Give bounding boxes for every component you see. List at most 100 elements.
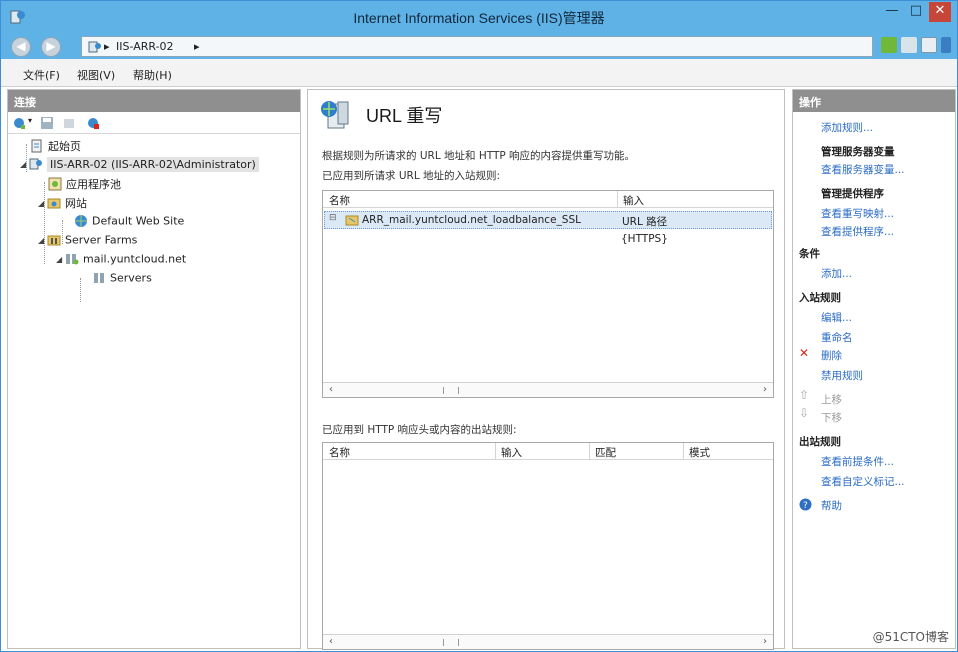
edit-link[interactable]: 编辑... — [821, 310, 852, 325]
collapse-icon[interactable]: ◢ — [20, 160, 29, 169]
view-preconditions-link[interactable]: 查看前提条件... — [821, 454, 894, 469]
outbound-rules-heading: 出站规则 — [799, 436, 841, 448]
column-pattern[interactable]: 模式 — [689, 445, 710, 460]
tree-item-servers[interactable]: Servers — [92, 271, 152, 289]
inbound-hscrollbar[interactable]: ‹ › — [323, 382, 773, 397]
help-icon[interactable] — [941, 37, 951, 53]
table-row[interactable]: ⊟ ARR_mail.yuntcloud.net_loadbalance_SSL… — [324, 211, 772, 229]
globe-icon — [75, 215, 87, 227]
expand-row-icon[interactable]: ⊟ — [329, 213, 337, 223]
conditions-heading: 条件 — [799, 248, 820, 260]
app-pool-icon — [48, 177, 62, 191]
tree-item-start-page[interactable]: 起始页 — [30, 138, 81, 156]
inbound-rules-heading: 入站规则 — [799, 292, 841, 304]
forward-button[interactable]: ▶ — [41, 37, 61, 57]
actions-panel: 操作 添加规则... 管理服务器变量 查看服务器变量... 管理提供程序 查看重… — [792, 89, 956, 649]
collapse-icon[interactable]: ◢ — [38, 236, 47, 245]
disable-rule-link[interactable]: 禁用规则 — [821, 368, 863, 383]
address-row: ◀ ▶ ▸ IIS-ARR-02 ▸ — [1, 33, 957, 59]
tree-item-farm[interactable]: ◢ mail.yuntcloud.net — [56, 252, 186, 270]
add-condition-link[interactable]: 添加... — [821, 266, 852, 281]
view-custom-tags-link[interactable]: 查看自定义标记... — [821, 474, 905, 489]
feature-panel: URL 重写 根据规则为所请求的 URL 地址和 HTTP 响应的内容提供重写功… — [307, 89, 785, 650]
sites-folder-icon — [47, 198, 61, 209]
disconnect-icon[interactable] — [86, 116, 100, 130]
collapse-icon[interactable]: ◢ — [38, 199, 47, 208]
feature-title: URL 重写 — [366, 106, 443, 126]
up-level-icon[interactable] — [62, 116, 76, 130]
tree-item-server-farms[interactable]: ◢ Server Farms — [38, 233, 137, 251]
connect-dropdown-icon[interactable]: ▾ — [28, 116, 32, 125]
scroll-right-icon[interactable]: › — [758, 384, 772, 395]
column-name[interactable]: 名称 — [329, 193, 350, 208]
connect-icon[interactable] — [12, 116, 26, 130]
move-up-link[interactable]: 上移 — [821, 392, 842, 407]
server-farms-icon — [47, 235, 61, 246]
scroll-left-icon[interactable]: ‹ — [324, 384, 338, 395]
outbound-hscrollbar[interactable]: ‹ › — [323, 634, 773, 649]
stop-icon[interactable] — [901, 37, 917, 53]
tree-item-app-pools[interactable]: 应用程序池 — [48, 176, 121, 194]
breadcrumb-server[interactable]: IIS-ARR-02 — [116, 40, 174, 53]
maximize-button[interactable]: □ — [905, 2, 927, 22]
view-providers-link[interactable]: 查看提供程序... — [821, 224, 894, 239]
connections-panel: 连接 ▾ 起始页 ◢ IIS-ARR-02 (IIS-ARR-02\Adminis… — [7, 89, 301, 649]
delete-link[interactable]: 删除 — [821, 348, 842, 363]
url-rewrite-icon — [321, 101, 349, 129]
start-page-icon — [31, 139, 42, 153]
watermark: @51CTO博客 — [872, 630, 949, 644]
breadcrumb-chevron[interactable]: ▸ — [194, 40, 200, 53]
close-button[interactable]: ✕ — [929, 2, 951, 22]
column-name[interactable]: 名称 — [329, 445, 350, 460]
column-match[interactable]: 匹配 — [595, 445, 616, 460]
menu-view[interactable]: 视图(V) — [77, 67, 115, 83]
inbound-rules-grid[interactable]: 名称 输入 ⊟ ARR_mail.yuntcloud.net_loadbalan… — [322, 190, 774, 398]
tree-item-server[interactable]: ◢ IIS-ARR-02 (IIS-ARR-02\Administrator) — [20, 156, 259, 175]
menu-file[interactable]: 文件(F) — [23, 67, 60, 83]
view-server-vars-link[interactable]: 查看服务器变量... — [821, 162, 905, 177]
scroll-thumb[interactable] — [443, 639, 459, 646]
inbound-caption: 已应用到所请求 URL 地址的入站规则: — [322, 170, 501, 182]
arrow-up-icon: ⇧ — [799, 388, 810, 402]
move-down-link[interactable]: 下移 — [821, 410, 842, 425]
address-bar[interactable]: ▸ IIS-ARR-02 ▸ — [81, 36, 873, 57]
menu-help[interactable]: 帮助(H) — [133, 67, 172, 83]
back-button[interactable]: ◀ — [11, 37, 31, 57]
connections-header: 连接 — [8, 90, 300, 112]
breadcrumb-separator: ▸ — [104, 40, 110, 53]
rule-input-extra: {HTTPS} — [621, 233, 668, 245]
scroll-left-icon[interactable]: ‹ — [324, 636, 338, 647]
servers-icon — [94, 273, 104, 283]
server-icon — [88, 41, 101, 53]
column-input[interactable]: 输入 — [501, 445, 522, 460]
scroll-thumb[interactable] — [443, 387, 459, 394]
window-title: Internet Information Services (IIS)管理器 — [353, 10, 605, 26]
server-vars-heading: 管理服务器变量 — [821, 146, 895, 158]
inbound-grid-header: 名称 输入 — [323, 191, 773, 208]
tree-item-sites[interactable]: ◢ 网站 — [38, 195, 87, 213]
rule-input: URL 路径 — [622, 216, 668, 228]
add-rule-link[interactable]: 添加规则... — [821, 120, 873, 135]
farm-icon — [66, 254, 79, 265]
help-link[interactable]: 帮助 — [821, 498, 842, 513]
table-row-extra: {HTTPS} — [324, 231, 772, 249]
view-rewrite-maps-link[interactable]: 查看重写映射... — [821, 206, 894, 221]
save-icon[interactable] — [40, 116, 54, 130]
home-icon[interactable] — [921, 37, 937, 53]
title-bar[interactable]: Internet Information Services (IIS)管理器 —… — [1, 1, 957, 33]
rule-name: ARR_mail.yuntcloud.net_loadbalance_SSL — [362, 214, 581, 226]
column-input[interactable]: 输入 — [623, 193, 644, 208]
scroll-right-icon[interactable]: › — [758, 636, 772, 647]
server-icon — [29, 158, 42, 170]
minimize-button[interactable]: — — [881, 2, 903, 22]
providers-heading: 管理提供程序 — [821, 188, 884, 200]
refresh-icon[interactable] — [881, 37, 897, 53]
tree-item-default-web-site[interactable]: Default Web Site — [74, 214, 184, 232]
outbound-grid-header: 名称 输入 匹配 模式 — [323, 443, 773, 460]
help-icon[interactable]: ? — [799, 498, 812, 511]
collapse-icon[interactable]: ◢ — [56, 255, 65, 264]
delete-icon[interactable]: ✕ — [799, 346, 809, 360]
rename-link[interactable]: 重命名 — [821, 330, 853, 345]
svg-text:?: ? — [803, 501, 808, 511]
outbound-rules-grid[interactable]: 名称 输入 匹配 模式 ‹ › — [322, 442, 774, 650]
